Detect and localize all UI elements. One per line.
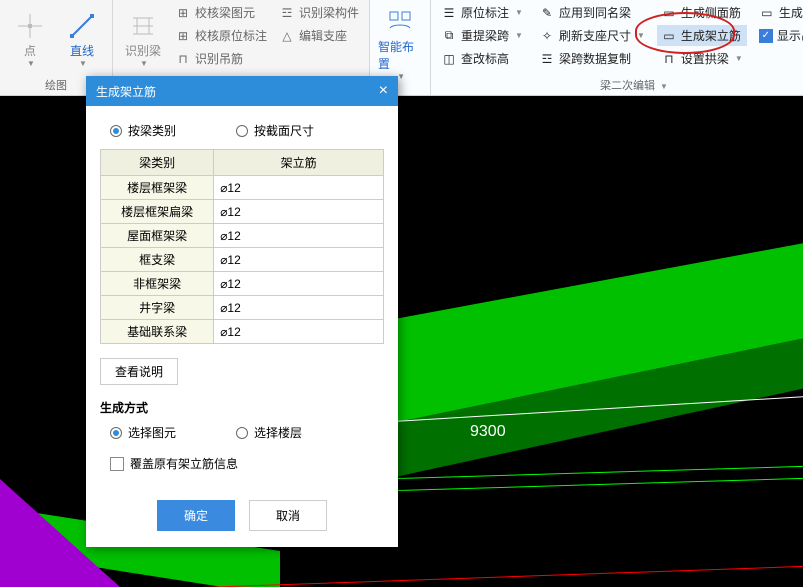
table-row[interactable]: 楼层框架梁⌀12 <box>101 176 384 200</box>
relift-span[interactable]: ⧉重提梁跨▼ <box>437 25 527 46</box>
chevron-down-icon: ▼ <box>397 72 405 81</box>
line-label: 直线 <box>70 42 94 59</box>
table-row[interactable]: 框支梁⌀12 <box>101 248 384 272</box>
table-row[interactable]: 井字梁⌀12 <box>101 296 384 320</box>
cancel-button[interactable]: 取消 <box>249 500 327 531</box>
identify-beam-label: 识别梁 <box>125 42 161 59</box>
table-row[interactable]: 屋面框架梁⌀12 <box>101 224 384 248</box>
radio-icon <box>236 427 248 439</box>
checkbox-icon[interactable] <box>110 457 124 471</box>
side-bar-icon: ▭ <box>661 5 677 21</box>
radio-by-section[interactable]: 按截面尺寸 <box>236 122 314 139</box>
span-icon: ⧉ <box>441 28 457 44</box>
beam-icon <box>127 10 159 42</box>
hanger-icon: ▭ <box>759 5 775 21</box>
arch-icon: ⊓ <box>661 51 677 67</box>
check-position: ⊞校核原位标注 <box>171 25 271 46</box>
radio-icon <box>110 125 122 137</box>
smart-layout-label: 智能布置 <box>378 38 422 72</box>
position-annotation[interactable]: ☰原位标注▼ <box>437 2 527 23</box>
set-arch-beam[interactable]: ⊓设置拱梁▼ <box>657 48 747 69</box>
chevron-down-icon: ▼ <box>79 59 87 68</box>
point-button: 点 ▼ <box>6 2 54 75</box>
radio-by-element[interactable]: 选择图元 <box>110 424 176 441</box>
ok-button[interactable]: 确定 <box>157 500 235 531</box>
group-label-edit: 梁二次编辑 <box>600 80 655 92</box>
gen-frame-bar-dialog: 生成架立筋 × 按梁类别 按截面尺寸 梁类别架立筋 楼层框架梁⌀12 楼层框架扁… <box>86 76 398 547</box>
radio-by-type[interactable]: 按梁类别 <box>110 122 176 139</box>
dimension-label: 9300 <box>470 423 506 440</box>
chevron-down-icon: ▼ <box>660 82 668 91</box>
elev-icon: ◫ <box>441 51 457 67</box>
point-icon <box>14 10 46 42</box>
radio-by-floor[interactable]: 选择楼层 <box>236 424 302 441</box>
check-icon: ⊞ <box>175 28 191 44</box>
smart-icon <box>384 6 416 38</box>
edit-support: △编辑支座 <box>275 25 363 46</box>
chevron-down-icon: ▼ <box>515 8 523 17</box>
hanger-icon: ⊓ <box>175 51 191 67</box>
table-row[interactable]: 非框架梁⌀12 <box>101 272 384 296</box>
apply-same-beam[interactable]: ✎应用到同名梁 <box>535 2 649 23</box>
chevron-down-icon: ▼ <box>735 54 743 63</box>
support-icon: △ <box>279 28 295 44</box>
gen-hanger[interactable]: ▭生成吊筋 <box>755 2 803 23</box>
check-elevation[interactable]: ◫查改标高 <box>437 48 527 69</box>
show-hanger[interactable]: ✓显示吊筋 <box>755 25 803 46</box>
member-icon: ☲ <box>279 5 295 21</box>
col-bar: 架立筋 <box>214 150 384 176</box>
smart-layout-button[interactable]: 智能布置 ▼ <box>376 2 424 85</box>
copy-span-data[interactable]: ☲梁跨数据复制 <box>535 48 649 69</box>
table-row[interactable]: 楼层框架扁梁⌀12 <box>101 200 384 224</box>
gen-method-label: 生成方式 <box>100 399 384 416</box>
table-row[interactable]: 基础联系梁⌀12 <box>101 320 384 344</box>
line-button[interactable]: 直线 ▼ <box>58 2 106 75</box>
apply-icon: ✎ <box>539 5 555 21</box>
close-icon[interactable]: × <box>379 82 388 100</box>
chevron-down-icon: ▼ <box>27 59 35 68</box>
identify-hanger: ⊓识别吊筋 <box>171 48 271 69</box>
radio-icon <box>110 427 122 439</box>
chevron-down-icon: ▼ <box>515 31 523 40</box>
col-type: 梁类别 <box>101 150 214 176</box>
ribbon-group-edit: ☰原位标注▼ ⧉重提梁跨▼ ◫查改标高 ✎应用到同名梁 ✧刷新支座尺寸▼ ☲梁跨… <box>431 0 803 95</box>
explain-button[interactable]: 查看说明 <box>100 358 178 385</box>
radio-icon <box>236 125 248 137</box>
gen-side-bar[interactable]: ▭生成侧面筋 <box>657 2 747 23</box>
checkbox-icon[interactable]: ✓ <box>759 29 773 43</box>
bar-table: 梁类别架立筋 楼层框架梁⌀12 楼层框架扁梁⌀12 屋面框架梁⌀12 框支梁⌀1… <box>100 149 384 344</box>
copy-icon: ☲ <box>539 51 555 67</box>
refresh-icon: ✧ <box>539 28 555 44</box>
identify-beam-button: 识别梁 ▼ <box>119 2 167 75</box>
gen-frame-bar[interactable]: ▭生成架立筋 <box>657 25 747 46</box>
check-beam-element: ⊞校核梁图元 <box>171 2 271 23</box>
annot-icon: ☰ <box>441 5 457 21</box>
dialog-titlebar: 生成架立筋 × <box>86 76 398 106</box>
identify-member: ☲识别梁构件 <box>275 2 363 23</box>
refresh-support[interactable]: ✧刷新支座尺寸▼ <box>535 25 649 46</box>
overwrite-check[interactable]: 覆盖原有架立筋信息 <box>100 451 384 476</box>
line-icon <box>66 10 98 42</box>
chevron-down-icon: ▼ <box>637 31 645 40</box>
dialog-title-text: 生成架立筋 <box>96 83 156 100</box>
point-label: 点 <box>24 42 36 59</box>
chevron-down-icon: ▼ <box>140 59 148 68</box>
check-icon: ⊞ <box>175 5 191 21</box>
frame-bar-icon: ▭ <box>661 28 677 44</box>
